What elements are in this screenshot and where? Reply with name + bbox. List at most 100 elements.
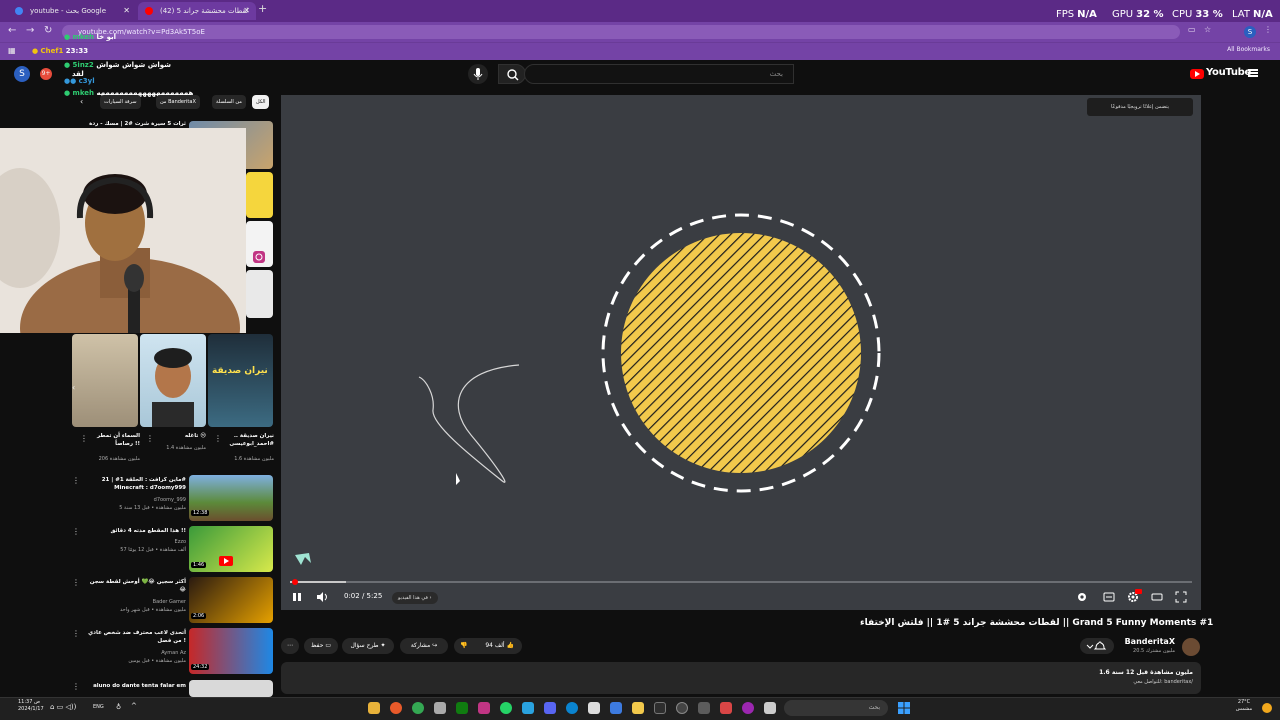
description-box[interactable]: 1.6 مليون مشاهدة قبل 12 سنة للتواصل معي:… xyxy=(281,662,1201,694)
dislike-icon[interactable]: 👎 xyxy=(460,638,467,654)
app-icon-file-explorer[interactable] xyxy=(632,702,644,714)
save-button[interactable]: حفظ ▭ xyxy=(304,638,338,654)
address-bar[interactable]: youtube.com/watch?v=Pd3Ak5T5oE xyxy=(62,25,1180,39)
more-options-icon[interactable]: ⋮ xyxy=(80,434,88,443)
reload-icon[interactable]: ↻ xyxy=(44,25,52,36)
search-input[interactable]: بحث xyxy=(524,64,794,84)
chevron-up-icon[interactable]: ^ xyxy=(131,702,137,710)
app-icon-whatsapp[interactable] xyxy=(500,702,512,714)
recommendation-thumbnail[interactable] xyxy=(246,270,273,318)
video-player[interactable] xyxy=(281,95,1201,610)
tab-google-search[interactable]: youtube - بحث Google ✕ xyxy=(8,2,136,20)
video-meta: 57 ألف مشاهدة • قبل 12 يومًا xyxy=(120,547,186,553)
tab-youtube-video[interactable]: (42) لقطات محششة جراند 5 ✕ xyxy=(138,2,256,20)
short-title[interactable]: السماء أن تمطر رصاصاً !! xyxy=(82,432,140,448)
profile-avatar[interactable]: S xyxy=(1244,26,1256,38)
share-button[interactable]: مشاركة ↪ xyxy=(400,638,448,654)
short-thumbnail[interactable] xyxy=(72,334,138,427)
search-button[interactable] xyxy=(498,64,526,84)
app-icon-gamebar[interactable] xyxy=(742,702,754,714)
close-icon[interactable]: ✕ xyxy=(123,2,130,20)
channel-name: Bader Gamer xyxy=(152,599,186,605)
more-options-icon[interactable]: ⋮ xyxy=(214,434,222,443)
chevron-left-icon[interactable]: ‹ xyxy=(80,97,83,106)
recommendation-thumbnail[interactable] xyxy=(246,221,273,267)
chip-from-series[interactable]: من السلسلة xyxy=(212,95,246,109)
app-icon-media[interactable] xyxy=(720,702,732,714)
notification-badge[interactable]: 9+ xyxy=(40,68,52,80)
microphone-icon[interactable]: ♁ xyxy=(116,703,121,711)
short-title[interactable]: تاغله 😢 xyxy=(150,432,206,440)
app-icon-firefox[interactable] xyxy=(390,702,402,714)
instagram-icon xyxy=(253,251,265,263)
chip-car-theft[interactable]: سرقة السيارات xyxy=(100,95,141,109)
app-icon-chrome-canary[interactable] xyxy=(368,702,380,714)
kebab-menu-icon[interactable]: ⋮ xyxy=(1264,25,1272,34)
theater-mode-icon[interactable] xyxy=(1151,591,1163,603)
app-icon-steam[interactable] xyxy=(654,702,666,714)
new-tab-button[interactable]: + xyxy=(258,2,267,15)
paid-promotion-notice[interactable]: يتضمن إعلانًا ترويجيًا مدفوعًا xyxy=(1087,98,1193,116)
taskbar-clock[interactable]: ص 11:37 2024/1/17 xyxy=(18,699,44,713)
bookmark-star-icon[interactable]: ☆ xyxy=(1204,25,1211,34)
chip-all[interactable]: الكل xyxy=(252,95,270,109)
forward-icon[interactable]: → xyxy=(26,25,34,36)
chevron-left-icon[interactable]: ‹ xyxy=(72,383,75,392)
recommendation-thumbnail[interactable] xyxy=(189,680,273,697)
more-options-icon[interactable]: ⋮ xyxy=(146,434,154,443)
channel-name[interactable]: BanderitaX xyxy=(1110,637,1175,646)
autoplay-toggle-icon[interactable] xyxy=(1076,591,1088,603)
more-options-icon[interactable]: ⋮ xyxy=(72,476,80,485)
app-icon-epic-games[interactable] xyxy=(698,702,710,714)
more-options-icon[interactable]: ⋮ xyxy=(72,527,80,536)
weather-widget[interactable]: 27°C مشمس xyxy=(1226,699,1262,713)
more-actions-button[interactable]: ⋯ xyxy=(281,638,299,654)
windows-start-icon[interactable] xyxy=(897,701,911,715)
hd-badge xyxy=(1135,589,1142,594)
more-options-icon[interactable]: ⋮ xyxy=(72,629,80,638)
close-icon[interactable]: ✕ xyxy=(243,2,250,20)
language-indicator[interactable]: ENG xyxy=(93,704,104,710)
app-icon-instagram[interactable] xyxy=(478,702,490,714)
volume-icon[interactable] xyxy=(316,591,328,603)
subtitles-icon[interactable] xyxy=(1103,591,1115,603)
channel-name: Ezzo xyxy=(174,539,186,545)
recommendation-thumbnail[interactable] xyxy=(246,172,273,218)
recommendation-title: ماين كرافت : الحلقة 1# | 21# Minecraft :… xyxy=(101,477,186,491)
app-icon-taskview[interactable] xyxy=(764,702,776,714)
subscribed-bell-button[interactable] xyxy=(1080,638,1114,654)
all-bookmarks-button[interactable]: All Bookmarks xyxy=(1227,46,1270,53)
microphone-icon xyxy=(473,68,483,80)
short-thumbnail[interactable]: نيران صديقة xyxy=(208,334,273,427)
short-title[interactable]: نيران صديقة .. #احمد_ابوعيسى xyxy=(218,432,274,448)
app-icon-xbox[interactable] xyxy=(456,702,468,714)
voice-search-button[interactable] xyxy=(468,64,488,84)
back-icon[interactable]: ← xyxy=(8,25,16,36)
more-options-icon[interactable]: ⋮ xyxy=(72,578,80,587)
channel-avatar[interactable] xyxy=(1182,638,1200,656)
app-icon-edge[interactable] xyxy=(566,702,578,714)
short-thumbnail[interactable] xyxy=(140,334,206,427)
app-icon-nvidia[interactable] xyxy=(434,702,446,714)
account-avatar[interactable]: S xyxy=(14,66,30,82)
app-icon-mail[interactable] xyxy=(610,702,622,714)
fullscreen-icon[interactable] xyxy=(1175,591,1187,603)
youtube-logo[interactable]: YouTube xyxy=(1190,67,1251,83)
pause-icon[interactable] xyxy=(291,591,303,603)
more-options-icon[interactable]: ⋮ xyxy=(72,682,80,691)
cast-icon[interactable]: ▭ xyxy=(1188,25,1196,34)
like-button[interactable]: 94 ألف 👍 xyxy=(485,638,514,654)
tray-icons[interactable]: ⌂ ▭ ◁)) xyxy=(50,703,76,711)
app-icon-store[interactable] xyxy=(588,702,600,714)
apps-icon[interactable]: ▦ xyxy=(8,46,16,55)
hamburger-menu-icon[interactable] xyxy=(1248,69,1258,77)
taskbar-search[interactable]: بحث xyxy=(784,700,888,716)
app-icon-discord[interactable] xyxy=(544,702,556,714)
app-icon-obs[interactable] xyxy=(676,702,688,714)
chapter-button[interactable]: في هذا الفيديو › xyxy=(392,592,438,604)
ask-button[interactable]: طرح سؤال ✦ xyxy=(342,638,394,654)
app-icon-chrome[interactable] xyxy=(412,702,424,714)
progress-bar[interactable] xyxy=(290,579,1192,585)
chip-from-channel[interactable]: من BanderitaX xyxy=(156,95,200,109)
app-icon-telegram[interactable] xyxy=(522,702,534,714)
